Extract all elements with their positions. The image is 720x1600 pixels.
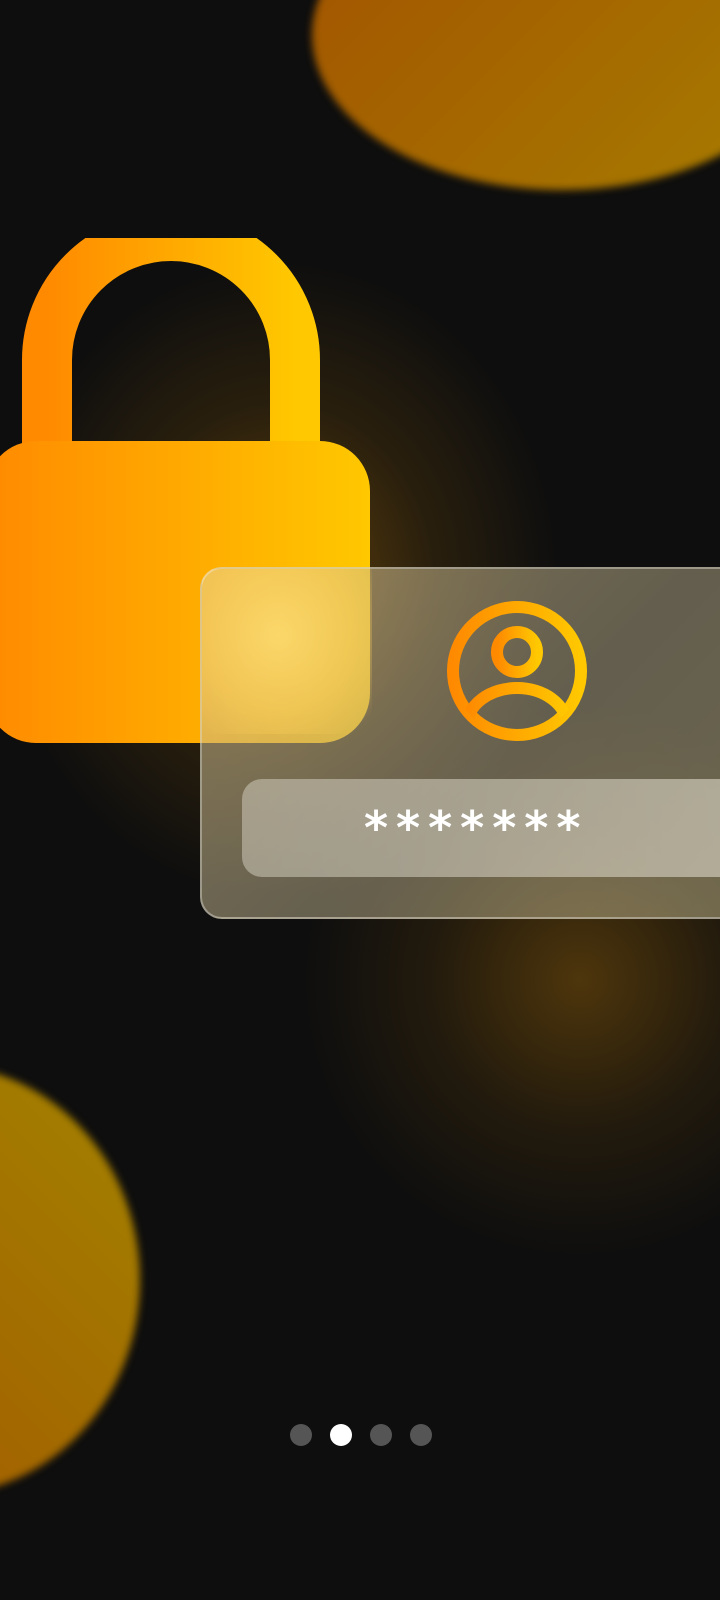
login-card-illustration: ******* <box>200 567 720 919</box>
card-highlight <box>202 569 372 734</box>
user-circle-icon <box>446 600 588 742</box>
page-dot-3[interactable] <box>370 1424 392 1446</box>
page-dot-4[interactable] <box>410 1424 432 1446</box>
password-field-illustration: ******* <box>242 779 720 877</box>
decorative-orb-bottom <box>0 1065 140 1495</box>
decorative-orb-top <box>312 0 720 190</box>
page-dot-2[interactable] <box>330 1424 352 1446</box>
onboarding-screen: ******* <box>0 0 720 1600</box>
page-indicator[interactable] <box>290 1424 432 1446</box>
page-dot-1[interactable] <box>290 1424 312 1446</box>
